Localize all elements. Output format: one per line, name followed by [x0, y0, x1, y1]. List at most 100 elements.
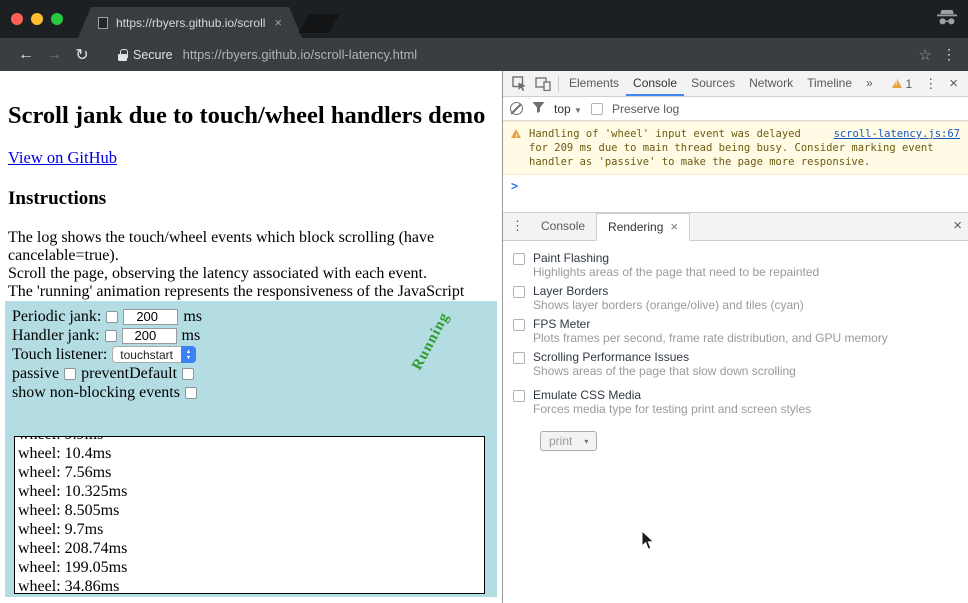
paint-flashing-checkbox[interactable] — [513, 253, 525, 265]
periodic-jank-input[interactable] — [123, 309, 178, 325]
layer-borders-checkbox[interactable] — [513, 286, 525, 298]
emulate-css-media-checkbox[interactable] — [513, 390, 525, 402]
paragraph-line: Scroll the page, observing the latency a… — [8, 265, 494, 283]
instructions-paragraph: The log shows the touch/wheel events whi… — [8, 229, 494, 301]
more-tabs-chevron[interactable]: » — [859, 71, 880, 96]
log-entry: wheel: 199.05ms — [18, 558, 484, 577]
chevron-down-icon: ▼ — [574, 106, 582, 115]
periodic-jank-unit: ms — [183, 308, 202, 326]
paragraph-line: The 'running' animation represents the r… — [8, 283, 494, 301]
traffic-lights — [11, 13, 63, 25]
drawer-close-icon[interactable]: × — [947, 213, 968, 240]
option-label: Scrolling Performance Issues — [533, 350, 796, 364]
prevent-default-checkbox[interactable] — [182, 368, 194, 380]
drawer-tab-console[interactable]: Console — [530, 213, 596, 240]
demo-control-panel: Periodic jank: ms Handler jank: ms Touch… — [5, 301, 497, 597]
handler-jank-label: Handler jank: — [12, 327, 100, 345]
filter-icon[interactable] — [532, 101, 545, 116]
warning-badge-icon[interactable] — [892, 79, 902, 88]
incognito-icon — [936, 9, 958, 31]
tab-sources[interactable]: Sources — [684, 71, 742, 96]
rendering-option: Emulate CSS Media Forces media type for … — [513, 388, 960, 416]
page-favicon-icon — [98, 17, 108, 29]
event-log-box: wheel: 9.9ms wheel: 10.4ms wheel: 7.56ms… — [14, 436, 485, 594]
option-description: Shows areas of the page that slow down s… — [533, 364, 796, 378]
option-label: FPS Meter — [533, 317, 888, 331]
log-entry: wheel: 9.7ms — [18, 520, 484, 539]
log-entry: wheel: 208.74ms — [18, 539, 484, 558]
github-link[interactable]: View on GitHub — [8, 148, 117, 168]
forward-button: → — [40, 46, 68, 64]
console-prompt[interactable]: > — [503, 175, 968, 197]
tab-close-icon[interactable]: × — [274, 15, 282, 30]
tab-console[interactable]: Console — [626, 71, 684, 96]
tab-strip: https://rbyers.github.io/scroll- × — [0, 0, 968, 38]
console-warning-message: scroll-latency.js:67 Handling of 'wheel'… — [503, 121, 968, 175]
non-blocking-checkbox[interactable] — [185, 387, 197, 399]
bookmark-star-icon[interactable]: ☆ — [919, 46, 932, 64]
log-entry: wheel: 34.86ms — [18, 577, 484, 594]
back-button[interactable]: ← — [12, 46, 40, 64]
url-field[interactable]: https://rbyers.github.io/scroll-latency.… — [183, 47, 909, 62]
fps-meter-checkbox[interactable] — [513, 319, 525, 331]
preserve-log-checkbox[interactable] — [591, 103, 603, 115]
rendering-option: Layer Borders Shows layer borders (orang… — [513, 284, 960, 312]
minimize-window-button[interactable] — [31, 13, 43, 25]
select-stepper-icon: ▲▼ — [181, 346, 196, 363]
rendering-option: Paint Flashing Highlights areas of the p… — [513, 251, 960, 279]
clear-console-icon[interactable] — [510, 102, 523, 115]
option-description: Highlights areas of the page that need t… — [533, 265, 819, 279]
drawer-menu-icon[interactable]: ⋮ — [505, 213, 530, 240]
tab-elements[interactable]: Elements — [562, 71, 626, 96]
browser-menu-icon[interactable]: ⋮ — [942, 46, 956, 63]
preserve-log-label: Preserve log — [612, 102, 679, 116]
option-label: Emulate CSS Media — [533, 388, 811, 402]
touch-listener-select[interactable]: touchstart ▲▼ — [112, 346, 196, 363]
devtools-panel: Elements Console Sources Network Timelin… — [502, 71, 968, 603]
zoom-window-button[interactable] — [51, 13, 63, 25]
rendering-panel: Paint Flashing Highlights areas of the p… — [503, 241, 968, 603]
console-empty-area — [503, 197, 968, 212]
scrolling-performance-checkbox[interactable] — [513, 352, 525, 364]
new-tab-button[interactable] — [299, 14, 340, 33]
browser-tab[interactable]: https://rbyers.github.io/scroll- × — [78, 7, 302, 38]
tab-network[interactable]: Network — [742, 71, 800, 96]
devtools-close-icon[interactable]: × — [943, 75, 964, 92]
warning-count[interactable]: 1 — [906, 77, 913, 91]
handler-jank-unit: ms — [182, 327, 201, 345]
touch-listener-value: touchstart — [120, 348, 173, 362]
tab-title: https://rbyers.github.io/scroll- — [116, 16, 266, 30]
rendering-option: FPS Meter Plots frames per second, frame… — [513, 317, 960, 345]
secure-label[interactable]: Secure — [133, 48, 173, 62]
css-media-select[interactable]: print ▾ — [540, 431, 597, 451]
execution-context-select[interactable]: top ▼ — [554, 102, 582, 116]
handler-jank-input[interactable] — [122, 328, 177, 344]
log-entry: wheel: 7.56ms — [18, 463, 484, 482]
tab-timeline[interactable]: Timeline — [800, 71, 859, 96]
instructions-heading: Instructions — [8, 188, 494, 209]
inspect-element-icon[interactable] — [507, 72, 531, 96]
drawer-tab-close-icon[interactable]: × — [670, 214, 678, 240]
warning-source-link[interactable]: scroll-latency.js:67 — [834, 127, 960, 141]
option-description: Plots frames per second, frame rate dist… — [533, 331, 888, 345]
page-title: Scroll jank due to touch/wheel handlers … — [8, 102, 494, 130]
toolbar-separator — [558, 76, 559, 92]
option-label: Layer Borders — [533, 284, 804, 298]
periodic-jank-label: Periodic jank: — [12, 308, 101, 326]
padlock-icon[interactable] — [118, 49, 127, 61]
device-toolbar-icon[interactable] — [531, 72, 555, 96]
reload-button[interactable]: ↻ — [68, 45, 96, 65]
devtools-toolbar: Elements Console Sources Network Timelin… — [503, 71, 968, 97]
console-toolbar: top ▼ Preserve log — [503, 97, 968, 121]
option-label: Paint Flashing — [533, 251, 819, 265]
periodic-jank-checkbox[interactable] — [106, 311, 118, 323]
devtools-drawer: ⋮ Console Rendering × × Paint Flashing — [503, 212, 968, 603]
close-window-button[interactable] — [11, 13, 23, 25]
passive-checkbox[interactable] — [64, 368, 76, 380]
address-bar: ← → ↻ Secure https://rbyers.github.io/sc… — [0, 38, 968, 71]
devtools-menu-icon[interactable]: ⋮ — [918, 76, 943, 92]
paragraph-line: cancelable=true). — [8, 247, 494, 265]
option-description: Shows layer borders (orange/olive) and t… — [533, 298, 804, 312]
handler-jank-checkbox[interactable] — [105, 330, 117, 342]
drawer-tab-rendering[interactable]: Rendering × — [596, 213, 690, 241]
